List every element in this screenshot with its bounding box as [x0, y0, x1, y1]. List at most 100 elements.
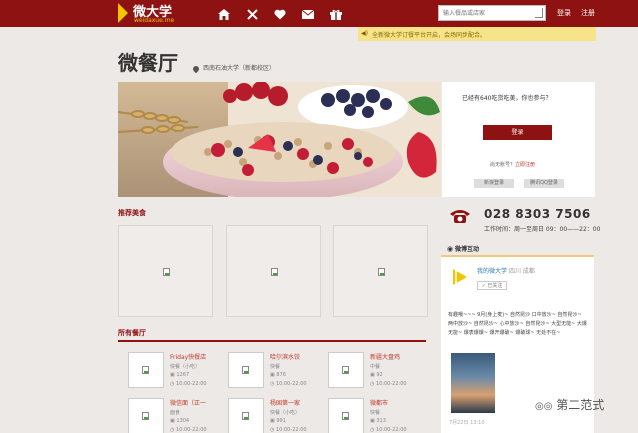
restaurant-type: 快餐（小吃）: [170, 364, 201, 370]
section-title-weibo: 微博互动: [455, 246, 480, 253]
recommend-card-2[interactable]: [226, 225, 321, 317]
follow-label: 已关注: [487, 283, 503, 289]
phone-number: 028 8303 7506: [484, 207, 591, 221]
weibo-section-header: ◉ 微博互动: [447, 244, 479, 253]
hours-value: 10:00-22:00: [275, 381, 307, 387]
restaurant-name[interactable]: 杨国第一家: [270, 398, 300, 407]
restaurant-thumbnail: [228, 352, 264, 388]
restaurant-type: 中餐: [370, 364, 381, 370]
hours-value: 10:00-22:00: [375, 381, 407, 387]
order-count-value: 991: [276, 418, 286, 424]
restaurant-name[interactable]: 新疆大盘鸡: [370, 352, 400, 361]
watermark-text: 第二范式: [556, 398, 605, 412]
register-link[interactable]: 注册: [581, 8, 595, 18]
broken-image-icon: [142, 366, 149, 374]
site-logo[interactable]: 微大学 weidaxue.me: [116, 0, 186, 27]
hours-value: 10:00-22:00: [175, 427, 207, 433]
section-title-restaurants: 所有餐厅: [118, 329, 146, 337]
restaurant-type: 快餐: [270, 364, 281, 370]
restaurant-thumbnail: [128, 352, 164, 388]
logo-domain: weidaxue.me: [134, 17, 175, 24]
restaurant-hours: ◷ 10:00-22:00: [170, 381, 207, 387]
restaurant-name[interactable]: 微信面（正一: [170, 398, 206, 407]
heart-icon[interactable]: [266, 4, 294, 24]
gift-icon[interactable]: [322, 4, 350, 24]
restaurant-thumbnail: [328, 398, 364, 433]
order-count-value: 313: [376, 418, 386, 424]
hero-banner-image: [118, 82, 441, 197]
weibo-post-time: 7月22日 13:10: [449, 420, 485, 426]
restaurant-name[interactable]: Friday快餐店: [170, 352, 206, 361]
top-navigation-bar: 微大学 weidaxue.me 登录 注册: [0, 0, 638, 27]
order-count-value: 1304: [176, 418, 190, 424]
restaurant-order-count: ▣ 92: [370, 372, 383, 378]
restaurant-thumbnail: [128, 398, 164, 433]
restaurant-name[interactable]: 微都市: [370, 398, 388, 407]
weibo-account-location: 四川 成都: [508, 268, 535, 275]
hours-value: 10:00-22:00: [275, 427, 307, 433]
utensils-icon[interactable]: [238, 4, 266, 24]
working-hours: 工作时间：周一至周日 09：00——22：00: [484, 226, 601, 233]
weibo-account-name[interactable]: 我的微大学: [477, 268, 507, 275]
speaker-icon: ◀): [361, 30, 368, 37]
telephone-icon: [449, 208, 471, 224]
order-count-value: 1267: [176, 372, 190, 378]
restaurant-type: 面食: [170, 410, 181, 416]
weibo-login-button[interactable]: 新浪登录: [474, 179, 514, 188]
restaurant-thumbnail: [228, 398, 264, 433]
restaurant-name[interactable]: 哈尔滨水饺: [270, 352, 300, 361]
restaurant-hours: ◷ 10:00-22:00: [370, 427, 407, 433]
restaurant-order-count: ▣ 313: [370, 418, 386, 424]
qq-login-button[interactable]: 腾讯QQ登录: [524, 179, 564, 188]
section-divider: [118, 340, 426, 342]
notice-text: 全新微大学订餐平台开启，会场同步配合。: [372, 32, 487, 39]
search-input[interactable]: [439, 6, 539, 20]
home-icon[interactable]: [210, 4, 238, 24]
register-now-link[interactable]: 立即注册: [515, 162, 535, 168]
section-title-recommend: 推荐美食: [118, 209, 146, 217]
mail-icon[interactable]: [294, 4, 322, 24]
recommend-card-1[interactable]: [118, 225, 213, 317]
login-prompt: 已经有640吃货吃美，你也参与？: [462, 95, 552, 102]
hours-value: 10:00-22:00: [375, 427, 407, 433]
page-title: 微餐厅: [118, 51, 178, 75]
logo-mark-icon: [118, 3, 128, 23]
broken-image-icon: [242, 366, 249, 374]
restaurant-order-count: ▣ 991: [270, 418, 286, 424]
broken-image-icon: [163, 268, 170, 276]
weibo-account: 我的微大学 四川 成都: [477, 266, 535, 275]
order-count-value: 876: [276, 372, 286, 378]
restaurant-hours: ◷ 10:00-22:00: [170, 427, 207, 433]
weibo-chat-icon: ◉: [447, 245, 454, 253]
restaurant-order-count: ▣ 1267: [170, 372, 189, 378]
broken-image-icon: [242, 412, 249, 420]
restaurant-type: 快餐（小吃）: [270, 410, 301, 416]
hero-illustration: [118, 82, 441, 197]
weibo-post-image[interactable]: [451, 353, 495, 413]
notice-bar: ◀) 全新微大学订餐平台开启，会场同步配合。: [358, 27, 596, 41]
restaurant-type: 快餐: [370, 410, 381, 416]
nav-icon-group: [210, 4, 350, 24]
hours-value: 10:00-22:00: [175, 381, 207, 387]
search-icon[interactable]: [535, 8, 543, 18]
broken-image-icon: [271, 268, 278, 276]
recommend-card-3[interactable]: [333, 225, 428, 317]
login-link[interactable]: 登录: [557, 8, 571, 18]
login-card: 已经有640吃货吃美，你也参与？ 登录 尚无账号？立即注册 新浪登录 腾讯QQ登…: [442, 82, 595, 197]
broken-image-icon: [342, 412, 349, 420]
no-account-text: 尚无账号？: [490, 162, 516, 168]
order-count-value: 92: [376, 372, 383, 378]
restaurant-hours: ◷ 10:00-22:00: [270, 427, 307, 433]
follow-button[interactable]: ✓ 已关注: [477, 281, 507, 290]
search-box: [438, 5, 546, 21]
location-text: 西南石油大学（新都校区）: [203, 65, 276, 72]
broken-image-icon: [342, 366, 349, 374]
location-pin-icon: [191, 64, 201, 73]
restaurant-hours: ◷ 10:00-22:00: [370, 381, 407, 387]
restaurant-thumbnail: [328, 352, 364, 388]
weibo-avatar[interactable]: [451, 267, 471, 287]
restaurant-order-count: ▣ 1304: [170, 418, 189, 424]
restaurant-order-count: ▣ 876: [270, 372, 286, 378]
login-button[interactable]: 登录: [483, 125, 552, 140]
location-label: 西南石油大学（新都校区）: [191, 63, 276, 73]
